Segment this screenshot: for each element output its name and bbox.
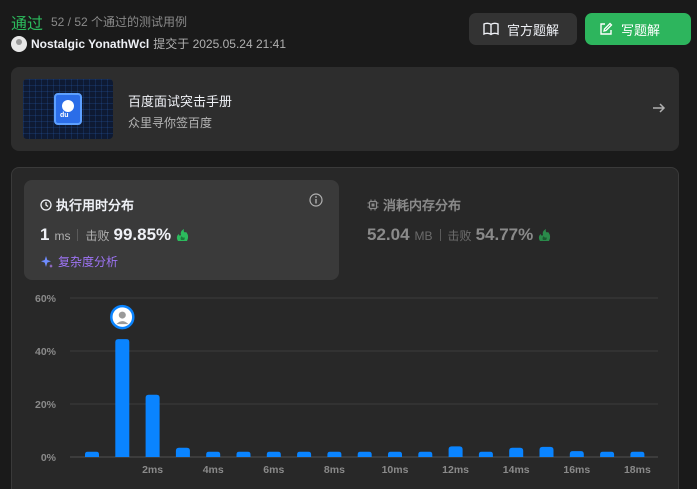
chart-bar-4ms[interactable] [206,451,221,457]
my-submission-marker[interactable] [110,304,135,330]
promo-banner[interactable]: du 百度面试突击手册 众里寻你签百度 [11,67,679,151]
promo-subtitle: 众里寻你签百度 [128,116,213,130]
runtime-value: 1 [40,225,50,244]
chart-bar-8ms[interactable] [327,451,342,457]
status-accepted: 通过 [11,16,44,33]
chart-bar-1ms[interactable] [115,339,130,457]
runtime-title: 执行用时分布 [40,195,134,214]
runtime-metric: 1 ms 击败 99.85% [40,225,191,245]
chart-bar-0ms[interactable] [85,451,99,457]
runtime-percent: 99.85% [113,225,172,244]
official-solution-button[interactable]: 官方题解 [469,13,577,45]
chart-bar-3ms[interactable] [175,447,190,457]
submitted-time: 提交于 2025.05.24 21:41 [153,37,287,51]
x-tick-label: 4ms [203,464,224,476]
x-tick-label: 2ms [142,464,163,476]
chart-bar-16ms[interactable] [569,451,584,457]
y-tick-label: 40% [35,346,57,358]
memory-title: 消耗内存分布 [367,195,461,214]
chip-icon [367,199,379,210]
chart-bar-14ms[interactable] [509,447,524,457]
chart-bar-13ms[interactable] [478,451,493,457]
divider [439,229,441,241]
book-icon [483,22,499,36]
y-tick-label: 20% [35,399,57,411]
baidu-logo-icon: du [54,93,82,125]
test-cases-summary: 52 / 52 个通过的测试用例 [51,15,188,29]
memory-beat-label: 击败 [447,229,472,243]
official-solution-label: 官方题解 [507,22,560,38]
chart-bar-18ms[interactable] [630,451,645,457]
chart-bar-12ms[interactable] [448,446,463,457]
runtime-card[interactable]: 执行用时分布 1 ms 击败 99.85% 复杂度分析 [24,180,339,280]
memory-value: 52.04 [367,225,410,244]
write-solution-label: 写题解 [621,22,661,38]
memory-card[interactable]: 消耗内存分布 52.04 MB 击败 54.77% [357,180,657,280]
x-tick-label: 8ms [324,464,345,476]
runtime-title-label: 执行用时分布 [56,198,135,213]
runtime-unit: ms [54,229,71,243]
edit-icon [600,22,613,35]
memory-unit: MB [414,229,433,243]
x-tick-label: 14ms [503,464,530,476]
runtime-distribution-chart[interactable]: 60% 40% 20% 0% 2ms 4ms 6ms 8ms 10ms 12ms 14ms 16ms 1… [12,288,680,489]
avatar[interactable] [11,35,27,52]
divider [77,229,79,241]
chart-bar-2ms[interactable] [145,394,160,457]
promo-title: 百度面试突击手册 [128,94,233,109]
chart-bar-10ms[interactable] [388,451,402,457]
complexity-label: 复杂度分析 [58,255,119,269]
x-tick-label: 12ms [442,464,469,476]
memory-title-label: 消耗内存分布 [383,198,462,213]
chart-bar-17ms[interactable] [600,451,615,457]
chart-bar-15ms[interactable] [539,446,554,457]
memory-percent: 54.77% [475,225,534,244]
complexity-analysis-link[interactable]: 复杂度分析 [40,253,118,270]
x-tick-label: 18ms [624,464,651,476]
y-tick-label: 0% [41,452,57,464]
performance-panel: 执行用时分布 1 ms 击败 99.85% 复杂度分析 消耗内存分布 52.04… [11,167,679,489]
fire-hands-icon [177,229,189,241]
sparkle-icon [41,255,53,268]
info-icon[interactable] [309,193,323,207]
x-tick-label: 16ms [563,464,590,476]
chart-bar-9ms[interactable] [357,451,372,457]
promo-thumbnail: du [23,79,113,139]
submission-header: 通过 52 / 52 个通过的测试用例 Nostalgic YonathWcl … [11,8,691,58]
y-tick-label: 60% [35,293,57,305]
runtime-beat-label: 击败 [85,229,110,243]
x-tick-label: 6ms [263,464,284,476]
chart-bar-7ms[interactable] [297,451,312,457]
arrow-right-icon[interactable] [651,100,667,116]
write-solution-button[interactable]: 写题解 [585,13,691,45]
clock-icon [40,198,52,211]
chart-bar-6ms[interactable] [266,451,281,457]
chart-bar-5ms[interactable] [236,451,251,457]
x-tick-label: 10ms [382,464,409,476]
fire-hands-icon [539,229,551,241]
username[interactable]: Nostalgic YonathWcl [31,37,149,51]
chart-bar-11ms[interactable] [418,451,433,457]
submission-meta: Nostalgic YonathWcl 提交于 2025.05.24 21:41 [11,35,286,52]
memory-metric: 52.04 MB 击败 54.77% [367,225,553,245]
